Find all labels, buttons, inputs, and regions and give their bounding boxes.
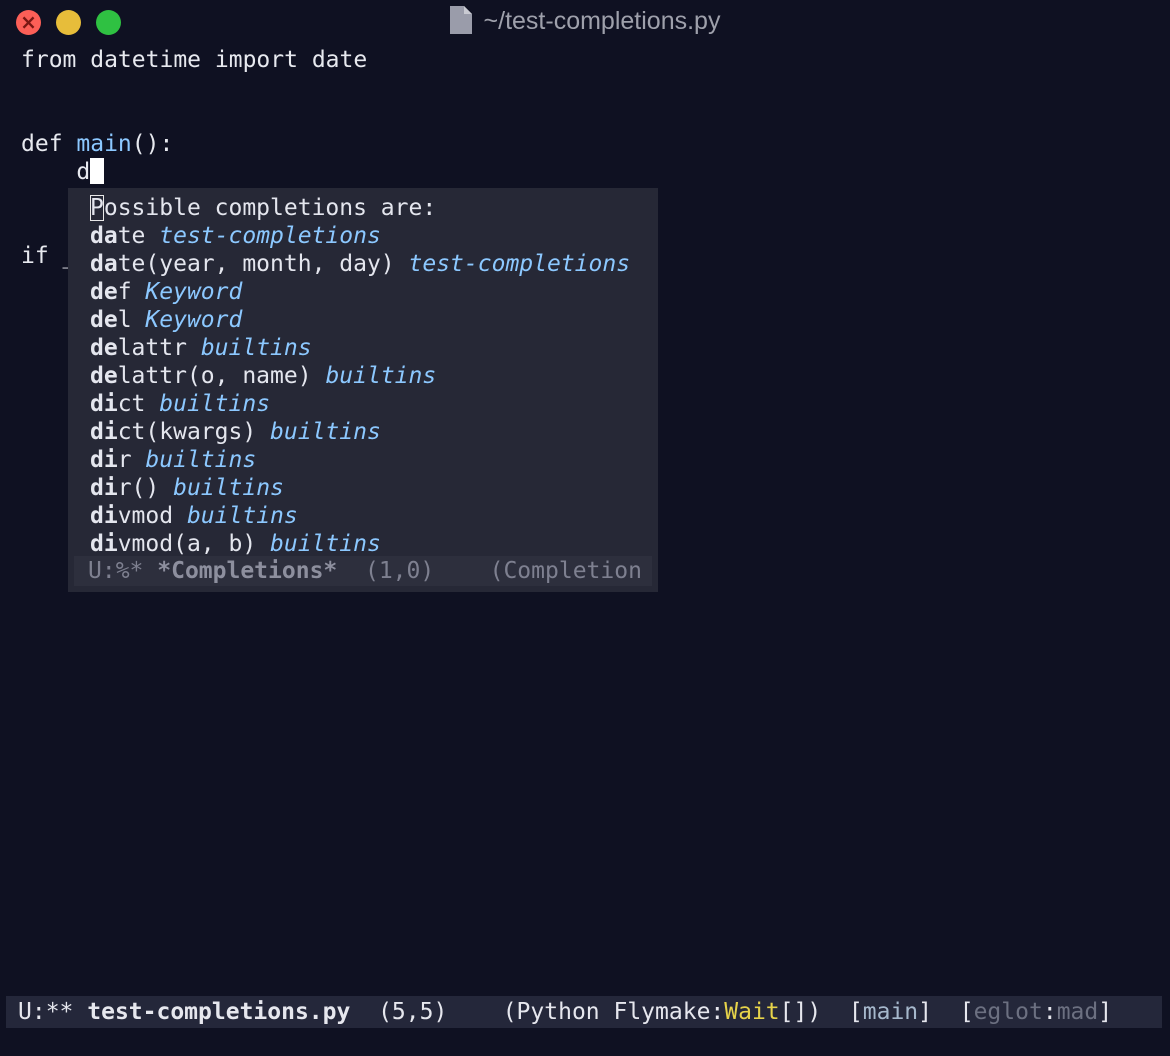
completions-buffer-name: *Completions* — [157, 558, 338, 584]
imported-name: date — [297, 47, 368, 73]
completion-source: builtins — [186, 503, 298, 529]
completion-source: test-completions — [159, 223, 381, 249]
completion-source: builtins — [270, 531, 381, 557]
completions-header-text: ossible completions are: — [103, 195, 437, 221]
code-line-4: def main(): — [21, 130, 173, 158]
completion-candidate: r() — [117, 475, 160, 501]
completion-candidate: te — [117, 223, 146, 249]
function-signature: (): — [131, 131, 174, 157]
completion-item[interactable]: dict(kwargs) builtins — [90, 418, 381, 446]
completion-source: builtins — [200, 335, 312, 361]
completion-item[interactable]: date test-completions — [90, 222, 381, 250]
completions-modeline: U:%* *Completions* (1,0) (Completion — [74, 556, 652, 586]
completion-item[interactable]: dict builtins — [90, 390, 270, 418]
completion-source: builtins — [145, 447, 257, 473]
completion-candidate: lattr(o, name) — [117, 363, 312, 389]
module-name: datetime — [76, 47, 215, 73]
completion-candidate: ct(kwargs) — [117, 419, 257, 445]
completion-matched-prefix: da — [90, 223, 118, 249]
completion-matched-prefix: di — [90, 419, 118, 445]
buffer-name: test-completions.py — [87, 999, 351, 1025]
function-name: main — [76, 131, 132, 157]
which-func-open: [ — [848, 999, 863, 1025]
keyword-from: from — [21, 47, 77, 73]
completion-candidate: l — [117, 307, 132, 333]
text-cursor — [90, 158, 105, 184]
code-line-5: d — [21, 158, 105, 186]
completion-matched-prefix: di — [90, 447, 118, 473]
completion-matched-prefix: di — [90, 475, 118, 501]
file-icon — [449, 6, 472, 34]
completion-item[interactable]: dir() builtins — [90, 474, 284, 502]
eglot-indicator[interactable]: eglot — [974, 999, 1043, 1025]
eglot-open: [ — [959, 999, 974, 1025]
code-line-1: from datetime import date — [21, 46, 367, 74]
window-title: ~/test-completions.py — [483, 7, 721, 35]
completion-matched-prefix: da — [90, 251, 118, 277]
completion-matched-prefix: di — [90, 391, 118, 417]
completion-item[interactable]: def Keyword — [90, 278, 242, 306]
completion-candidate: vmod — [117, 503, 174, 529]
completion-source: Keyword — [145, 307, 243, 333]
completion-source: Keyword — [145, 279, 243, 305]
completions-header: Possible completions are: — [90, 194, 436, 222]
buffer-status: U:** — [18, 999, 74, 1025]
mode-line: U:** test-completions.py (5,5) (Python F… — [6, 996, 1162, 1028]
completion-matched-prefix: de — [90, 307, 118, 333]
completion-matched-prefix: di — [90, 531, 118, 557]
completion-item[interactable]: dir builtins — [90, 446, 256, 474]
completion-item[interactable]: delattr(o, name) builtins — [90, 362, 436, 390]
completions-position: (1,0) — [364, 558, 435, 584]
eglot-close: ] — [1098, 999, 1113, 1025]
completion-candidate: r — [117, 447, 132, 473]
completion-item[interactable]: delattr builtins — [90, 334, 312, 362]
completion-candidate: f — [117, 279, 132, 305]
completions-popup[interactable]: Possible completions are: date test-comp… — [68, 188, 658, 592]
completion-source: builtins — [270, 419, 381, 445]
flymake-state[interactable]: Wait — [724, 999, 779, 1025]
completion-candidate: ct — [117, 391, 146, 417]
completion-source: test-completions — [408, 251, 631, 277]
flymake-counters: []) — [779, 999, 822, 1025]
completion-item[interactable]: divmod(a, b) builtins — [90, 530, 381, 558]
typed-text: d — [76, 159, 91, 185]
major-mode: (Python Flymake: — [502, 999, 725, 1025]
completion-candidate: vmod(a, b) — [117, 531, 257, 557]
completion-matched-prefix: de — [90, 335, 118, 361]
eglot-project[interactable]: mad — [1057, 999, 1099, 1025]
completions-status: U:%* — [88, 558, 144, 584]
completion-matched-prefix: de — [90, 279, 118, 305]
keyword-def: def — [21, 131, 77, 157]
completion-matched-prefix: di — [90, 503, 118, 529]
completion-item[interactable]: date(year, month, day) test-completions — [90, 250, 630, 278]
eglot-separator: : — [1042, 999, 1057, 1025]
window-title-group: ~/test-completions.py — [0, 6, 1170, 36]
which-func-close: ] — [918, 999, 933, 1025]
completion-source: builtins — [173, 475, 284, 501]
completion-item[interactable]: divmod builtins — [90, 502, 298, 530]
completion-matched-prefix: de — [90, 363, 118, 389]
completion-source: builtins — [325, 363, 437, 389]
keyword-import: import — [214, 47, 298, 73]
completion-item[interactable]: del Keyword — [90, 306, 242, 334]
completions-mode: (Completion — [489, 558, 642, 584]
completion-candidate: lattr — [117, 335, 187, 361]
completions-cursor: P — [90, 195, 104, 221]
completion-source: builtins — [159, 391, 271, 417]
which-func[interactable]: main — [863, 999, 918, 1025]
title-bar: ~/test-completions.py — [0, 0, 1170, 44]
completion-candidate: te(year, month, day) — [117, 251, 395, 277]
cursor-position: (5,5) — [378, 999, 448, 1025]
